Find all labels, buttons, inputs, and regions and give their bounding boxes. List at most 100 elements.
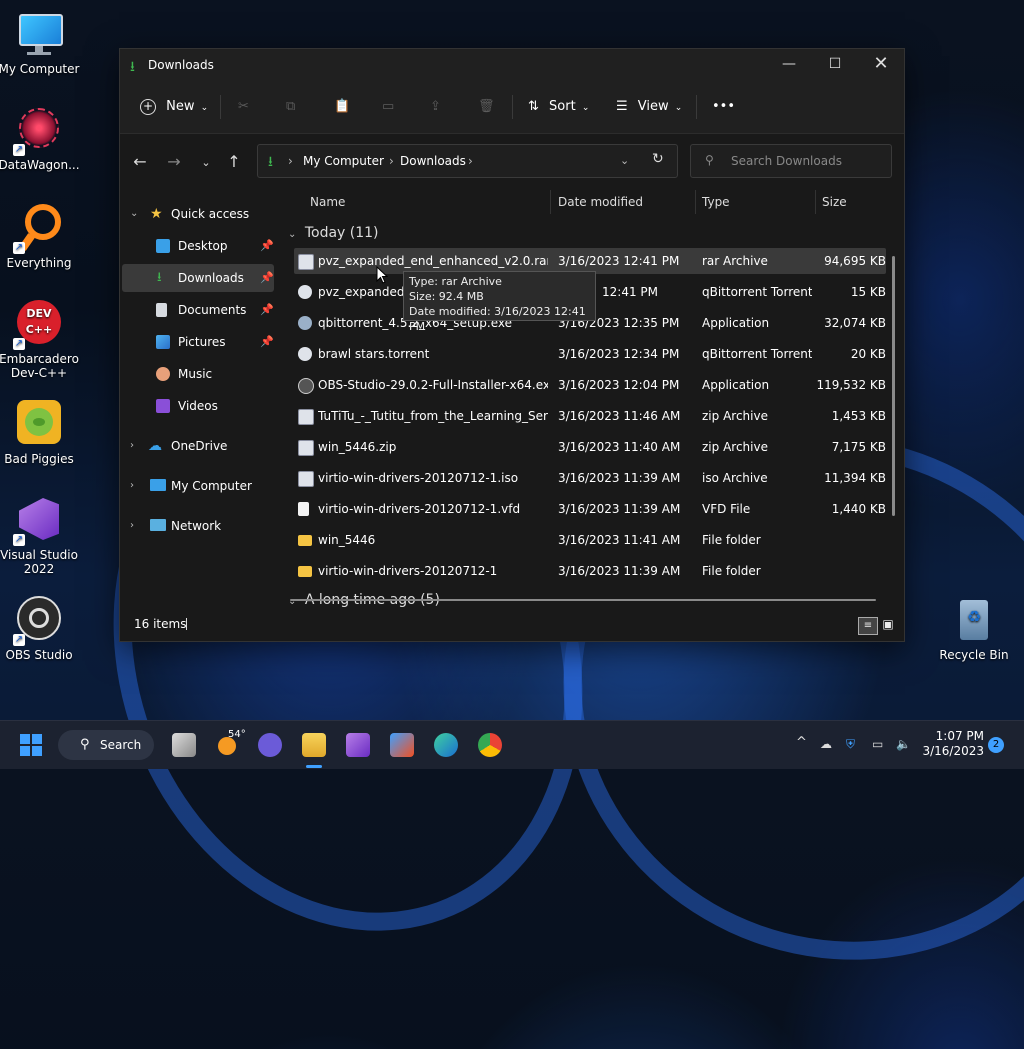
delete-button[interactable]: 🗑 [478,95,495,119]
notification-badge[interactable]: 2 [988,737,1004,753]
nav-item-desktop[interactable]: Desktop 📌 [122,232,274,260]
rename-icon: ▭ [382,99,395,114]
copy-button[interactable]: ⧉ [286,95,295,119]
maximize-button[interactable]: ☐ [812,49,858,81]
volume-icon[interactable]: 🔈 [896,737,911,751]
more-options-button[interactable]: ••• [712,95,735,119]
desktop-icon-my-computer[interactable]: My Computer [0,10,82,76]
horizontal-scrollbar[interactable] [290,599,876,601]
nav-network[interactable]: › Network [122,512,274,540]
vertical-scrollbar[interactable] [892,256,895,516]
file-size: 7,175 KB [831,440,886,454]
clock[interactable]: 1:07 PM 3/16/2023 [920,729,984,759]
file-row[interactable]: virtio-win-drivers-20120712-1 3/16/2023 … [294,558,886,584]
desktop-icon-label: Embarcadero Dev-C++ [0,352,79,380]
minimize-button[interactable]: — [766,49,812,81]
address-bar[interactable]: ⭳ › My Computer › Downloads › ⌄ ↻ [257,144,678,178]
weather-widget[interactable]: 54° [216,729,246,759]
column-header-type[interactable]: Type [702,190,730,214]
file-row[interactable]: TuTiTu_-_Tutitu_from_the_Learning_Serie.… [294,403,886,429]
view-button[interactable]: ☰ View ⌄ [616,95,682,119]
nav-my-computer[interactable]: › My Computer [122,472,274,500]
task-view-icon[interactable] [172,733,196,757]
desktop-icon-bad-piggies[interactable]: Bad Piggies [0,400,82,466]
desktop-icon-visual-studio[interactable]: ↗ Visual Studio 2022 [0,496,82,576]
file-type: qBittorrent Torrent... [702,347,812,361]
chevron-right-icon: › [130,480,134,491]
desktop-icon-obs-studio[interactable]: ↗ OBS Studio [0,596,82,662]
file-row[interactable]: virtio-win-drivers-20120712-1.iso 3/16/2… [294,465,886,491]
desktop-icon-datawagon[interactable]: ↗ DataWagon... [0,106,82,172]
file-type: zip Archive [702,409,768,423]
details-view-button[interactable]: ≡ [858,617,878,635]
microsoft-store-icon[interactable] [390,733,414,757]
file-row[interactable]: brawl stars.torrent 3/16/2023 12:34 PM q… [294,341,886,367]
paste-button[interactable]: 📋 [334,95,350,119]
file-date: 3/16/2023 11:41 AM [558,533,681,547]
share-button[interactable]: ⇪ [430,95,441,119]
file-explorer-icon[interactable] [302,733,326,757]
nav-quick-access[interactable]: ⌄ ★ Quick access [122,200,274,228]
breadcrumb-downloads[interactable]: Downloads [400,154,466,168]
file-type: File folder [702,564,761,578]
column-header-date[interactable]: Date modified [558,190,643,214]
column-header-size[interactable]: Size [822,190,847,214]
rename-button[interactable]: ▭ [382,95,394,119]
close-button[interactable]: ✕ [858,49,904,81]
nav-onedrive[interactable]: › ☁ OneDrive [122,432,274,460]
nav-item-videos[interactable]: Videos [122,392,274,420]
nav-item-documents[interactable]: Documents 📌 [122,296,274,324]
chrome-browser-icon[interactable] [478,733,502,757]
file-date: 12:41 PM [602,285,658,299]
security-shield-icon[interactable]: ⛨ [846,737,855,752]
title-bar[interactable]: ⭳ Downloads — ☐ ✕ [120,49,904,81]
file-row[interactable]: win_5446 3/16/2023 11:41 AM File folder [294,527,886,553]
chevron-up-icon[interactable]: ^ [796,735,807,750]
group-header-today[interactable]: ⌄ Today (11) [288,225,379,241]
visual-studio-icon[interactable] [346,733,370,757]
file-row[interactable]: virtio-win-drivers-20120712-1.vfd 3/16/2… [294,496,886,522]
devcpp-icon: DEV C++ ↗ [13,300,63,350]
display-icon[interactable]: ▭ [872,737,883,751]
network-icon[interactable]: ☁ [820,737,832,751]
desktop-icon-recycle-bin[interactable]: ♻ Recycle Bin [931,596,1017,662]
window-title: Downloads [148,58,214,72]
start-button[interactable] [20,734,42,756]
taskbar-search-button[interactable]: ⚲ Search [58,730,154,760]
nav-item-music[interactable]: Music [122,360,274,388]
search-box[interactable]: ⚲ Search Downloads [690,144,892,178]
column-divider[interactable] [550,190,551,214]
tiles-view-button[interactable]: ▣ [880,617,896,633]
column-divider[interactable] [695,190,696,214]
forward-button[interactable]: → [162,152,186,171]
recent-locations-button[interactable]: ⌄ [194,156,218,169]
cut-button[interactable]: ✂ [238,95,249,119]
pin-icon: 📌 [260,271,274,284]
desktop-icon-everything[interactable]: ↗ Everything [0,204,82,270]
status-divider [186,618,187,630]
back-button[interactable]: ← [128,152,152,171]
file-row[interactable]: win_5446.zip 3/16/2023 11:40 AM zip Arch… [294,434,886,460]
shortcut-arrow-icon: ↗ [13,534,25,546]
address-history-dropdown[interactable]: ⌄ [620,154,629,167]
shortcut-arrow-icon: ↗ [13,338,25,350]
refresh-icon[interactable]: ↻ [652,151,664,167]
teams-chat-icon[interactable] [258,733,282,757]
sort-button[interactable]: ⇅ Sort ⌄ [528,95,589,119]
column-divider[interactable] [815,190,816,214]
file-row[interactable]: OBS-Studio-29.0.2-Full-Installer-x64.exe… [294,372,886,398]
up-button[interactable]: ↑ [222,152,246,171]
chevron-down-icon: ⌄ [288,229,297,240]
desktop-icon-devcpp[interactable]: DEV C++ ↗ Embarcadero Dev-C++ [0,300,82,380]
share-icon: ⇪ [430,99,441,114]
file-size: 32,074 KB [824,316,886,330]
column-header-name[interactable]: Name [310,190,345,214]
nav-item-downloads[interactable]: ⭳ Downloads 📌 [122,264,274,292]
nav-item-pictures[interactable]: Pictures 📌 [122,328,274,356]
file-size: 11,394 KB [824,471,886,485]
desktop-icon-label: OBS Studio [5,648,73,662]
download-arrow-icon: ⭳ [157,270,162,285]
new-button[interactable]: + New ⌄ [140,95,208,119]
edge-browser-icon[interactable] [434,733,458,757]
breadcrumb-my-computer[interactable]: My Computer [303,154,384,168]
